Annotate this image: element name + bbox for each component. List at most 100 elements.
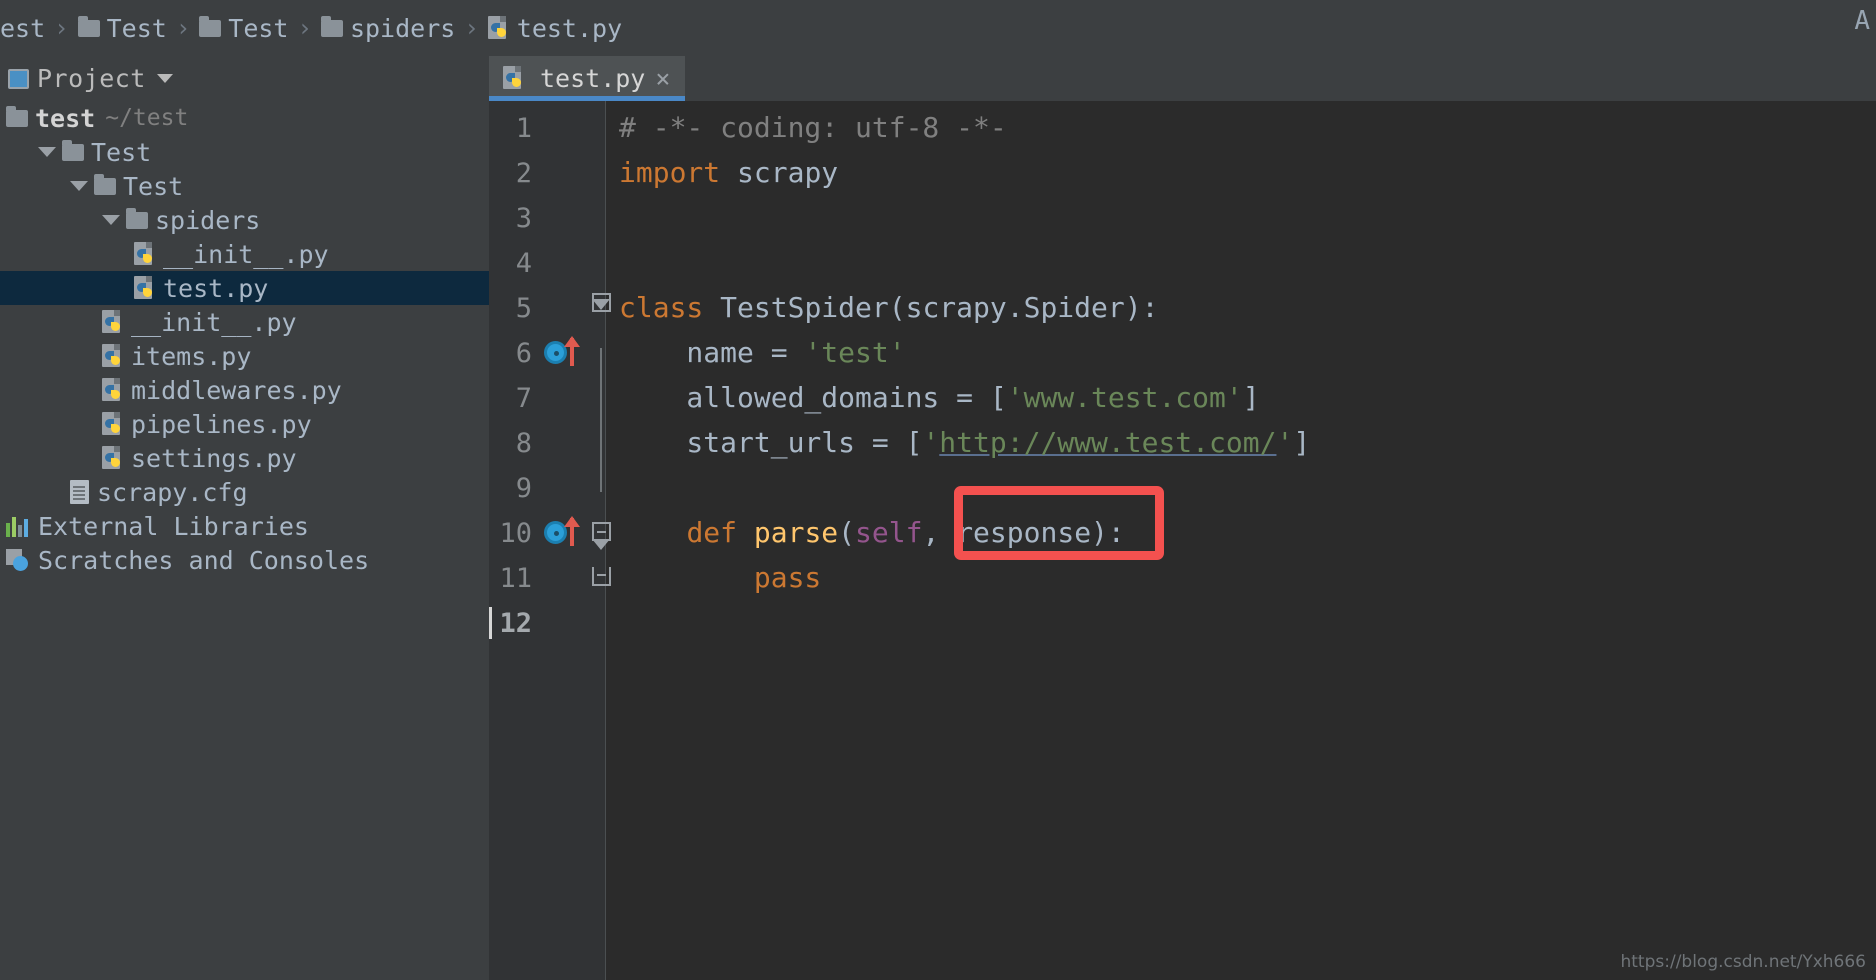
- code-token: ]: [1293, 426, 1311, 459]
- code-line-5[interactable]: class TestSpider(scrapy.Spider):: [619, 285, 1158, 330]
- tree-item---init---py[interactable]: __init__.py: [0, 305, 489, 339]
- breadcrumb-item-spiders[interactable]: spiders: [320, 14, 455, 43]
- folder-icon: [62, 139, 84, 161]
- breadcrumb-item-test[interactable]: Test: [199, 14, 289, 43]
- gutter-line[interactable]: 11: [489, 555, 606, 600]
- gutter-line[interactable]: 2: [489, 150, 606, 195]
- code-token: http://www.test.com/: [939, 426, 1277, 459]
- gutter-line[interactable]: 1: [489, 105, 606, 150]
- chevron-down-icon[interactable]: [156, 74, 173, 83]
- tree-item-test[interactable]: test ~/test: [0, 101, 489, 135]
- python-file-icon: [134, 241, 157, 267]
- gutter-line[interactable]: 8: [489, 420, 606, 465]
- tree-item---init---py[interactable]: __init__.py: [0, 237, 489, 271]
- python-file-icon: [102, 411, 125, 437]
- code-line-7[interactable]: allowed_domains = ['www.test.com']: [619, 375, 1259, 420]
- code-content[interactable]: # -*- coding: utf-8 -*- import scrapy clas…: [619, 101, 1876, 980]
- gutter-line[interactable]: 4: [489, 240, 606, 285]
- project-panel-header[interactable]: Project: [0, 56, 489, 101]
- tree-item-test[interactable]: Test: [0, 135, 489, 169]
- code-token: 'www.test.com': [1006, 381, 1243, 414]
- gutter-line[interactable]: 7: [489, 375, 606, 420]
- folder-icon: [320, 15, 343, 37]
- line-number: 8: [515, 428, 532, 459]
- gutter-line[interactable]: 10: [489, 510, 606, 555]
- project-tree[interactable]: test ~/test Test Test spiders __init__.py test…: [0, 101, 489, 980]
- text-caret: [489, 607, 492, 639]
- libraries-icon: [6, 515, 30, 537]
- breadcrumb-item-test-py[interactable]: test.py: [487, 13, 623, 43]
- breadcrumb-item-est[interactable]: est: [0, 14, 45, 43]
- code-line-8[interactable]: start_urls = ['http://www.test.com/']: [619, 420, 1310, 465]
- folder-icon: [199, 15, 222, 37]
- tab-test-py[interactable]: test.py ×: [489, 56, 685, 101]
- tree-item-items-py[interactable]: items.py: [0, 339, 489, 373]
- code-line-2[interactable]: import scrapy: [619, 150, 838, 195]
- python-file-icon: [503, 66, 526, 91]
- tree-item-label: settings.py: [131, 443, 297, 473]
- tree-item-scratches-and-consoles[interactable]: Scratches and Consoles: [0, 543, 489, 577]
- expand-arrow-icon[interactable]: [38, 147, 56, 157]
- python-file-icon: [134, 275, 157, 301]
- code-token: # -*- coding: utf-8 -*-: [619, 111, 1007, 144]
- code-line-10[interactable]: def parse(self, response):: [619, 510, 1124, 555]
- python-file-icon: [102, 343, 125, 369]
- folder-icon: [94, 173, 116, 195]
- breadcrumb-label: Test: [106, 13, 167, 43]
- close-icon[interactable]: ×: [655, 64, 670, 93]
- line-number: 10: [499, 518, 532, 549]
- code-token: (: [838, 516, 856, 549]
- folder-icon: [77, 15, 100, 37]
- breadcrumb-label: est: [0, 13, 46, 43]
- tree-item-label: test: [35, 103, 96, 133]
- tree-item-label: Test: [123, 171, 184, 201]
- editor-gutter[interactable]: 1 2 3 4 5 6 7 8 9 10 11 12: [489, 101, 606, 980]
- fold-end-icon[interactable]: [592, 567, 611, 586]
- gutter-line[interactable]: 6: [489, 330, 606, 375]
- tree-item-spiders[interactable]: spiders: [0, 203, 489, 237]
- code-line-6[interactable]: name = 'test': [619, 330, 905, 375]
- up-arrow-icon[interactable]: [564, 336, 580, 366]
- code-token: response: [956, 516, 1092, 549]
- gutter-line[interactable]: 3: [489, 195, 606, 240]
- line-number: 4: [515, 248, 532, 279]
- tree-item-label: test.py: [163, 273, 269, 303]
- tree-item-label: middlewares.py: [131, 375, 342, 405]
- tree-item-path: ~/test: [105, 105, 189, 131]
- code-token: ': [922, 426, 940, 459]
- gutter-line[interactable]: 12: [489, 600, 606, 645]
- tree-item-label: External Libraries: [38, 511, 309, 541]
- code-line-1[interactable]: # -*- coding: utf-8 -*-: [619, 105, 1007, 150]
- code-editor[interactable]: 1 2 3 4 5 6 7 8 9 10 11 12 # -*- coding: utf-8 -*- i…: [489, 101, 1876, 980]
- breadcrumb-label: test.py: [516, 13, 623, 43]
- breadcrumb-item-test[interactable]: Test: [77, 13, 167, 43]
- tree-item-test-py[interactable]: test.py: [0, 271, 489, 305]
- line-number: 3: [515, 203, 532, 234]
- tree-item-test[interactable]: Test: [0, 169, 489, 203]
- tree-item-external-libraries[interactable]: External Libraries: [0, 509, 489, 543]
- tree-item-scrapy-cfg[interactable]: scrapy.cfg: [0, 475, 489, 509]
- code-token: allowed_domains = [: [619, 381, 1007, 414]
- fold-column[interactable]: [592, 101, 622, 980]
- breadcrumb-separator: ›: [464, 14, 479, 42]
- gutter-line[interactable]: 9: [489, 465, 606, 510]
- tree-item-settings-py[interactable]: settings.py: [0, 441, 489, 475]
- expand-arrow-icon[interactable]: [102, 215, 120, 225]
- line-number: 9: [515, 473, 532, 504]
- tree-item-middlewares-py[interactable]: middlewares.py: [0, 373, 489, 407]
- tab-label: test.py: [540, 64, 646, 93]
- fold-minus-icon[interactable]: [592, 293, 611, 312]
- up-arrow-icon[interactable]: [564, 516, 580, 546]
- tree-item-pipelines-py[interactable]: pipelines.py: [0, 407, 489, 441]
- gutter-line[interactable]: 5: [489, 285, 606, 330]
- code-line-11[interactable]: pass: [619, 555, 821, 600]
- code-token: ,: [922, 516, 957, 549]
- tree-item-label: __init__.py: [163, 239, 329, 269]
- watermark: https://blog.csdn.net/Yxh666: [1620, 952, 1866, 972]
- breadcrumb-separator: ›: [175, 14, 191, 42]
- expand-arrow-icon[interactable]: [70, 181, 88, 191]
- line-number: 7: [515, 383, 532, 414]
- project-icon: [8, 68, 29, 89]
- fold-region-line: [600, 348, 602, 492]
